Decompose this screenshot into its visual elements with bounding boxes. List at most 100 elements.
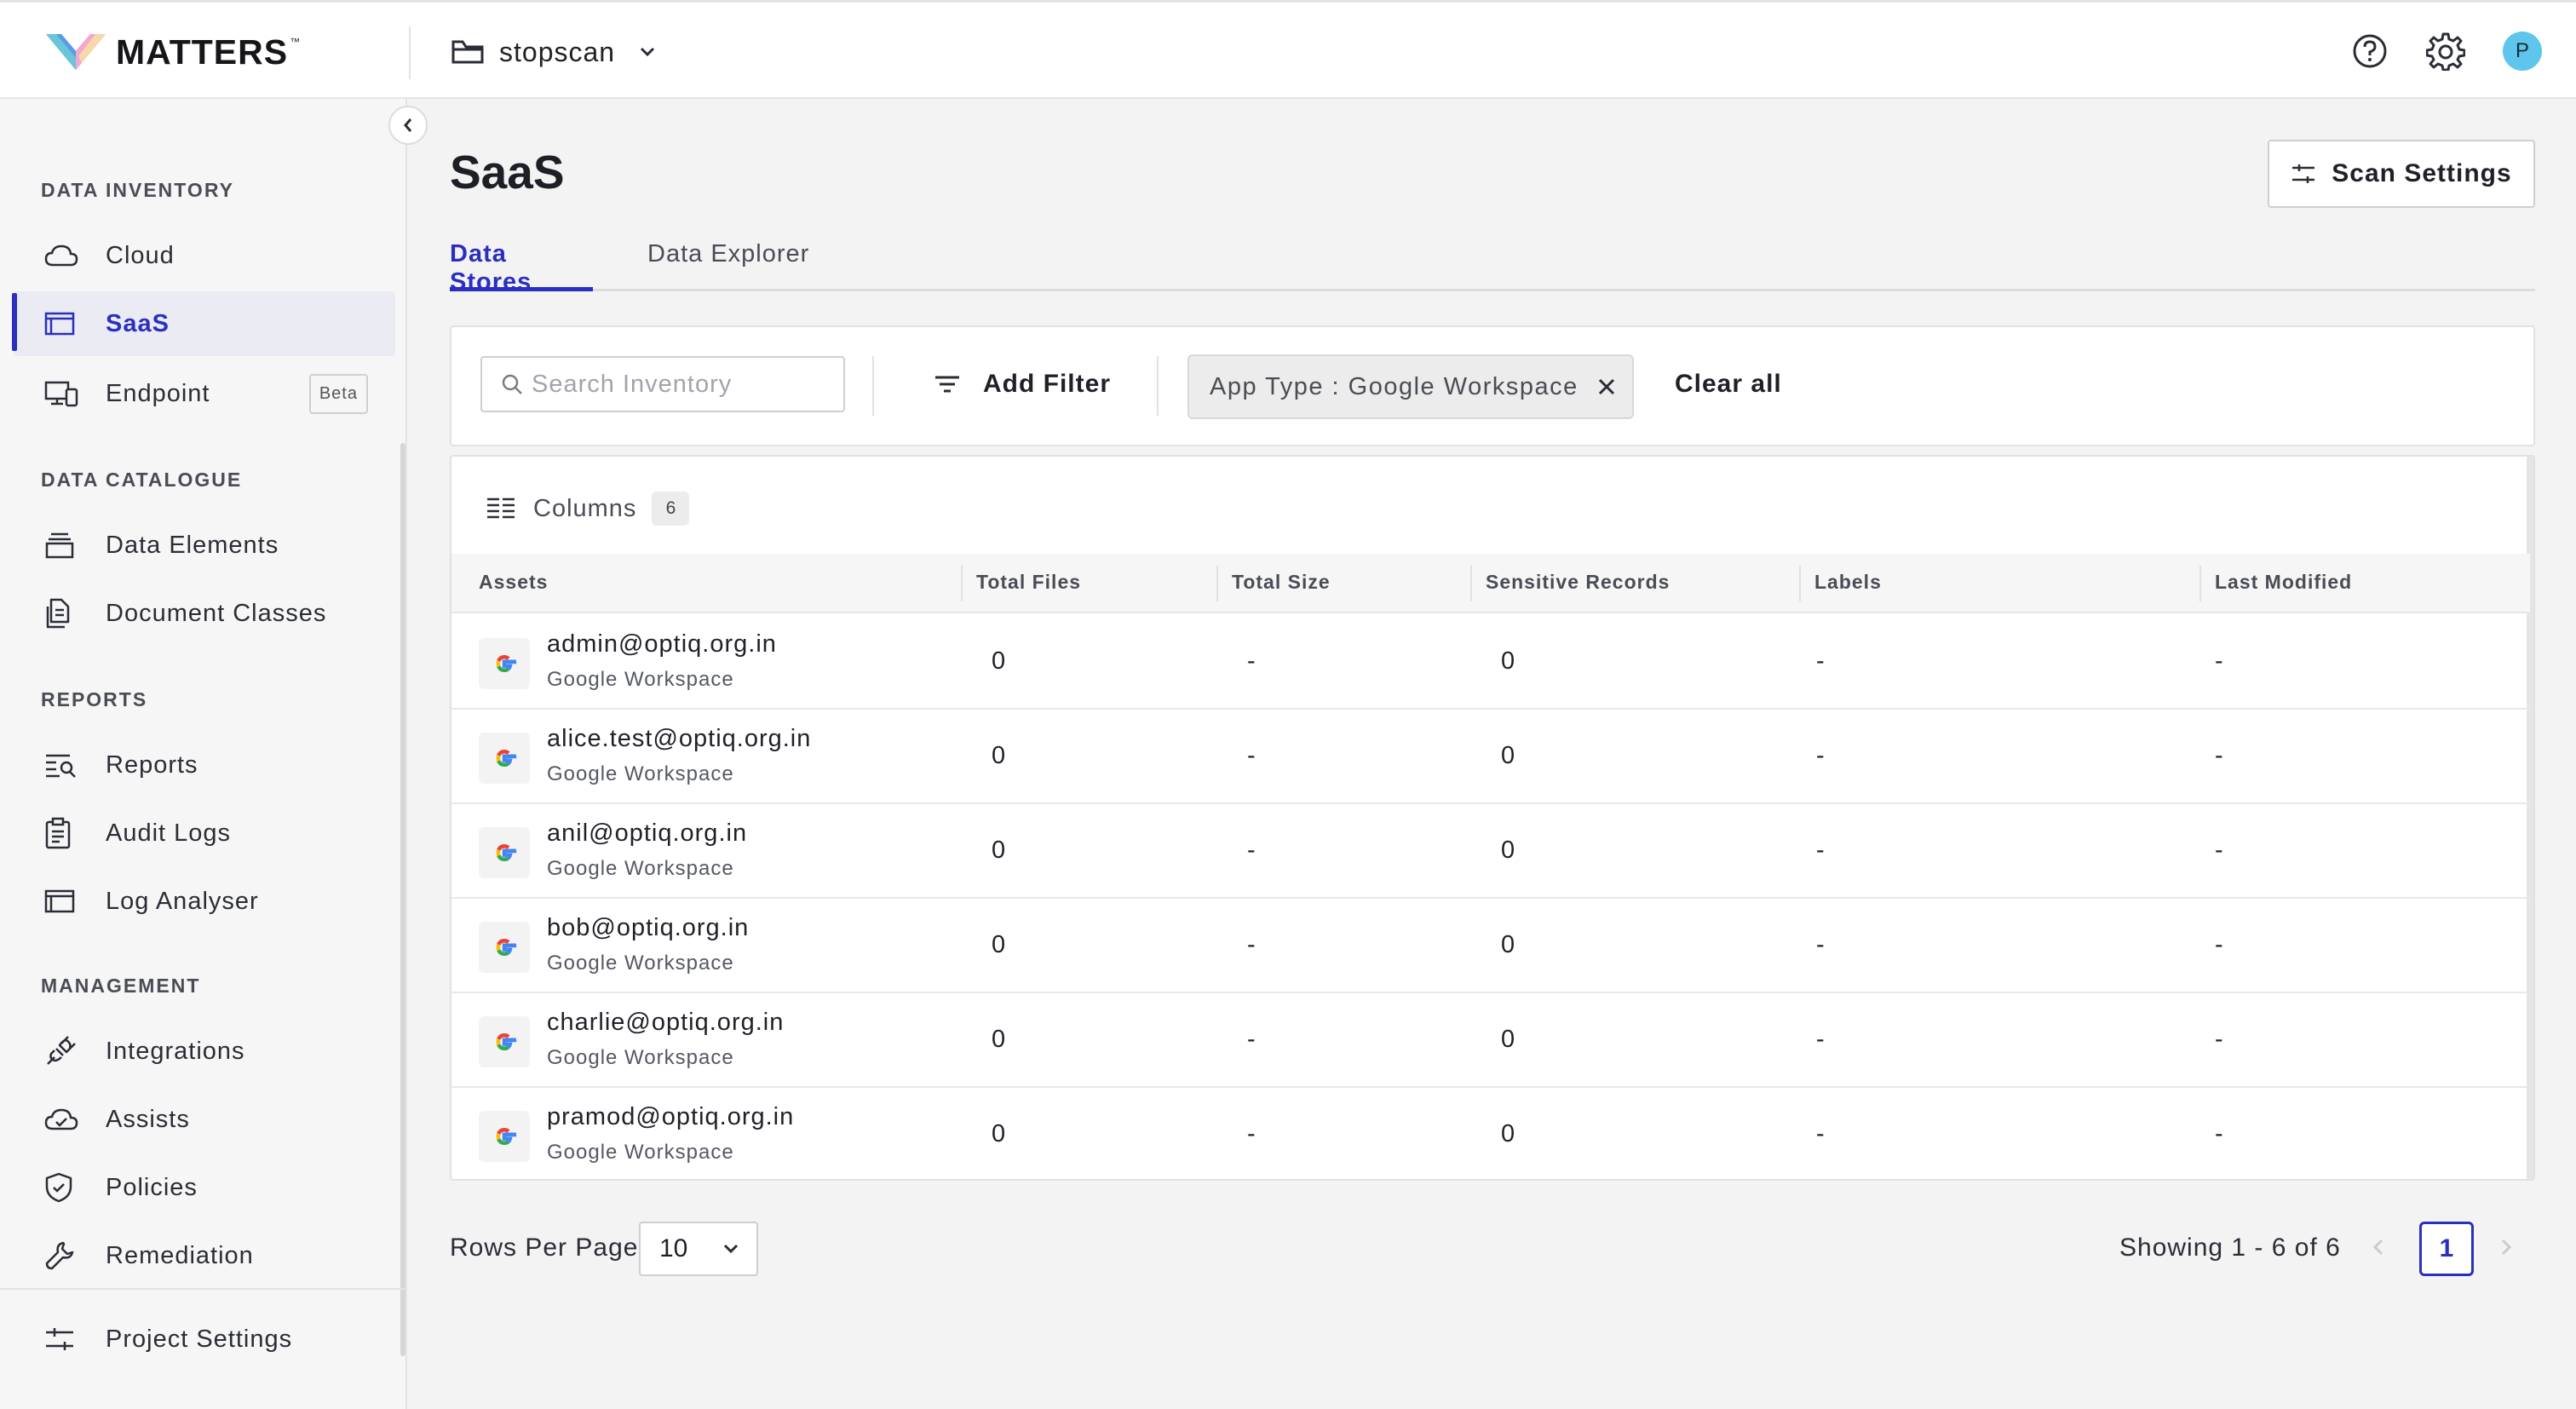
- cell-total-files: 0: [992, 647, 1006, 675]
- table-header: Assets Total Files Total Size Sensitive …: [451, 554, 2530, 613]
- column-divider[interactable]: [1799, 566, 1801, 601]
- gear-icon[interactable]: [2426, 32, 2465, 71]
- table-row[interactable]: charlie@optiq.org.in Google Workspace 0 - 0 -…: [451, 993, 2530, 1088]
- add-filter-button[interactable]: Add Filter: [934, 356, 1111, 412]
- cell-last-modified: -: [2215, 742, 2223, 769]
- table-row[interactable]: admin@optiq.org.in Google Workspace 0 - 0 - -: [451, 615, 2530, 710]
- chevron-left-icon[interactable]: [2372, 1237, 2385, 1257]
- cell-labels: -: [1816, 1026, 1825, 1053]
- sidebar-item-integrations[interactable]: Integrations: [14, 1019, 395, 1084]
- column-header-total-size[interactable]: Total Size: [1232, 571, 1331, 594]
- sidebar-item-label: Policies: [106, 1173, 198, 1201]
- asset-name[interactable]: bob@optiq.org.in: [547, 914, 749, 942]
- table-row[interactable]: pramod@optiq.org.in Google Workspace 0 - 0 - -: [451, 1088, 2530, 1179]
- cell-labels: -: [1816, 837, 1825, 864]
- column-header-labels[interactable]: Labels: [1814, 571, 1882, 594]
- sidebar-item-endpoint[interactable]: Endpoint Beta: [14, 361, 395, 426]
- sidebar-item-label: Log Analyser: [106, 887, 259, 915]
- sidebar-divider: [0, 1288, 407, 1290]
- chevron-right-icon[interactable]: [2499, 1237, 2513, 1257]
- cell-labels: -: [1816, 647, 1825, 675]
- tab-data-explorer[interactable]: Data Explorer: [647, 230, 809, 291]
- section-title-management: MANAGEMENT: [41, 975, 201, 997]
- pagination-summary: Showing 1 - 6 of 6: [2119, 1234, 2341, 1262]
- filter-divider: [1157, 356, 1159, 416]
- asset-name[interactable]: charlie@optiq.org.in: [547, 1009, 784, 1037]
- filter-bar: Add Filter App Type : Google Workspace C…: [450, 325, 2535, 446]
- filter-chip-app-type[interactable]: App Type : Google Workspace: [1187, 354, 1634, 419]
- asset-type: Google Workspace: [547, 952, 734, 975]
- app-logo: [479, 922, 530, 973]
- sidebar-item-label: Reports: [106, 751, 198, 779]
- sidebar-item-assists[interactable]: Assists: [14, 1087, 395, 1152]
- page-button-1[interactable]: 1: [2419, 1222, 2474, 1276]
- cell-total-size: -: [1247, 931, 1256, 958]
- table-row[interactable]: anil@optiq.org.in Google Workspace 0 - 0 - -: [451, 804, 2530, 899]
- column-divider[interactable]: [1470, 566, 1472, 601]
- scan-settings-label: Scan Settings: [2332, 159, 2512, 187]
- table-row[interactable]: alice.test@optiq.org.in Google Workspace 0…: [451, 710, 2530, 804]
- cell-sensitive-records: 0: [1501, 837, 1515, 864]
- column-divider[interactable]: [961, 566, 963, 601]
- table-row[interactable]: bob@optiq.org.in Google Workspace 0 - 0 - -: [451, 899, 2530, 993]
- cell-total-files: 0: [992, 1026, 1006, 1053]
- sidebar-item-saas[interactable]: SaaS: [14, 291, 395, 356]
- tab-data-stores[interactable]: Data Stores: [450, 230, 593, 296]
- sidebar-item-data-elements[interactable]: Data Elements: [14, 513, 395, 578]
- add-filter-label: Add Filter: [983, 370, 1111, 398]
- sidebar-item-policies[interactable]: Policies: [14, 1155, 395, 1220]
- clipboard-icon: [45, 817, 71, 849]
- asset-name[interactable]: pramod@optiq.org.in: [547, 1103, 794, 1131]
- chevron-left-icon: [404, 118, 412, 132]
- sidebar-item-label: Remediation: [106, 1241, 254, 1269]
- asset-name[interactable]: alice.test@optiq.org.in: [547, 725, 811, 753]
- sidebar-item-label: Cloud: [106, 241, 175, 269]
- app-logo: [479, 638, 530, 689]
- matters-logo[interactable]: MATTERS ™: [44, 28, 300, 76]
- sidebar-item-project-settings[interactable]: Project Settings: [14, 1307, 395, 1372]
- search-box[interactable]: [480, 356, 845, 412]
- sidebar-item-document-classes[interactable]: Document Classes: [14, 581, 395, 646]
- sidebar-collapse-button[interactable]: [388, 106, 428, 145]
- cell-last-modified: -: [2215, 1026, 2223, 1053]
- plug-icon: [47, 1036, 76, 1065]
- scan-settings-button[interactable]: Scan Settings: [2268, 140, 2535, 208]
- search-input[interactable]: [532, 370, 838, 399]
- sidebar-item-reports[interactable]: Reports: [14, 733, 395, 797]
- columns-button[interactable]: Columns 6: [486, 489, 690, 528]
- cell-total-size: -: [1247, 1120, 1256, 1147]
- window-icon: [44, 889, 75, 913]
- column-header-last-modified[interactable]: Last Modified: [2215, 571, 2352, 594]
- cell-total-size: -: [1247, 1026, 1256, 1053]
- column-header-total-files[interactable]: Total Files: [976, 571, 1081, 594]
- column-header-assets[interactable]: Assets: [479, 571, 548, 594]
- user-avatar[interactable]: P: [2503, 32, 2542, 71]
- active-indicator: [12, 293, 17, 351]
- sidebar-item-cloud[interactable]: Cloud: [14, 223, 395, 288]
- project-selector[interactable]: stopscan: [451, 28, 656, 76]
- page-title: SaaS: [450, 146, 565, 198]
- column-divider[interactable]: [1216, 566, 1218, 601]
- asset-name[interactable]: admin@optiq.org.in: [547, 630, 777, 658]
- sidebar-item-remediation[interactable]: Remediation: [14, 1223, 395, 1288]
- asset-type: Google Workspace: [547, 857, 734, 880]
- clear-all-button[interactable]: Clear all: [1675, 370, 1782, 399]
- search-icon: [502, 374, 522, 394]
- column-divider[interactable]: [2199, 566, 2201, 601]
- cell-last-modified: -: [2215, 1120, 2223, 1147]
- app-logo: [479, 1111, 530, 1162]
- sidebar-item-log-analyser[interactable]: Log Analyser: [14, 869, 395, 934]
- app-logo: [479, 1016, 530, 1067]
- cell-labels: -: [1816, 1120, 1825, 1147]
- sidebar-item-label: Document Classes: [106, 599, 327, 627]
- help-icon[interactable]: [2351, 32, 2389, 70]
- column-header-sensitive-records[interactable]: Sensitive Records: [1486, 571, 1670, 594]
- sidebar-scrollbar[interactable]: [400, 443, 405, 1356]
- rows-per-page-select[interactable]: 10: [639, 1222, 758, 1276]
- beta-badge: Beta: [308, 373, 368, 414]
- close-icon[interactable]: [1597, 377, 1616, 396]
- folder-icon: [451, 40, 484, 64]
- sidebar-item-audit-logs[interactable]: Audit Logs: [14, 801, 395, 866]
- asset-name[interactable]: anil@optiq.org.in: [547, 820, 747, 848]
- chevron-down-icon: [641, 47, 655, 57]
